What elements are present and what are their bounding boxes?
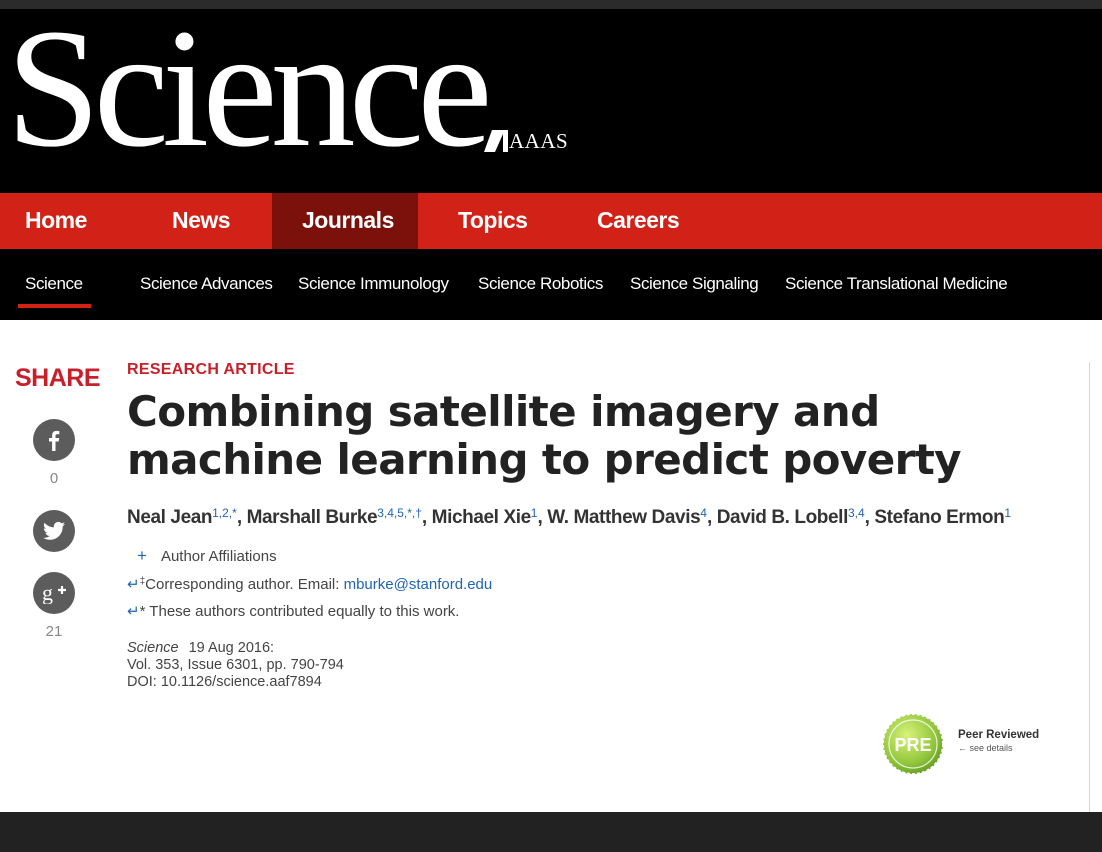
google-plus-count: 21 (45, 623, 63, 640)
return-arrow-icon[interactable]: ↵ (127, 603, 140, 620)
journals-subnav: Science Science Advances Science Immunol… (0, 249, 1102, 320)
author-name[interactable]: Marshall Burke (247, 507, 378, 528)
author-affiliation-marks[interactable]: 1 (531, 506, 538, 520)
peer-review-details: ← see details (958, 743, 1013, 753)
google-plus-icon: g (42, 582, 66, 604)
subnav-science-robotics[interactable]: Science Robotics (478, 249, 603, 320)
main-nav: Home News Journals Topics Careers (0, 193, 1102, 249)
subnav-science-signaling[interactable]: Science Signaling (630, 249, 759, 320)
author-name[interactable]: Michael Xie (432, 507, 531, 528)
citation-journal: Science (127, 640, 179, 656)
nav-news[interactable]: News (126, 193, 272, 249)
aaas-text: AAAS (509, 129, 569, 153)
author-affiliation-marks[interactable]: 1,2,* (212, 506, 237, 520)
science-logo[interactable]: Science (6, 3, 493, 173)
subnav-science-translational-medicine[interactable]: Science Translational Medicine (785, 249, 1008, 320)
facebook-count: 0 (49, 470, 59, 487)
peer-review-link[interactable]: Peer Reviewed ← see details (958, 729, 1039, 753)
masthead: Science AAAS (0, 3, 1102, 193)
corresponding-email-link[interactable]: mburke@stanford.edu (344, 576, 493, 593)
return-arrow-icon[interactable]: ↵ (127, 576, 140, 593)
nav-home[interactable]: Home (0, 193, 126, 249)
active-underline (18, 304, 91, 308)
article-title: Combining satellite imagery and machine … (127, 387, 962, 484)
peer-review-title: Peer Reviewed (958, 729, 1040, 741)
peer-review-badge-icon[interactable]: PRE (881, 712, 945, 776)
author-name[interactable]: W. Matthew Davis (547, 507, 700, 528)
aaas-logo[interactable]: AAAS (484, 128, 568, 152)
subnav-science[interactable]: Science (25, 249, 83, 320)
author-list: Neal Jean1,2,*, Marshall Burke3,4,5,*,†,… (127, 506, 1012, 528)
plus-icon: + (137, 546, 147, 565)
author-name[interactable]: Neal Jean (127, 507, 213, 528)
nav-journals[interactable]: Journals (272, 193, 418, 249)
google-plus-share-button[interactable]: g (33, 572, 75, 614)
author-name[interactable]: David B. Lobell (717, 507, 849, 528)
twitter-share-button[interactable] (33, 510, 75, 552)
svg-text:g: g (42, 582, 53, 604)
nav-careers[interactable]: Careers (564, 193, 710, 249)
divider (1089, 362, 1090, 812)
subnav-science-advances[interactable]: Science Advances (140, 249, 273, 320)
article-kicker: RESEARCH ARTICLE (127, 361, 295, 378)
corresponding-text: Corresponding author. Email: (145, 576, 344, 593)
aaas-mark-icon (484, 130, 508, 152)
author-affiliations-toggle[interactable]: + Author Affiliations (137, 546, 277, 566)
share-title: SHARE (15, 364, 101, 392)
citation-volume: Vol. 353, Issue 6301, pp. 790-794 (127, 657, 344, 673)
author-affiliation-marks[interactable]: 3,4,5,*,† (377, 506, 422, 520)
badge-logo-text: PRE (894, 735, 931, 755)
citation-doi: DOI: 10.1126/science.aaf7894 (127, 674, 322, 690)
author-affiliation-marks[interactable]: 4 (700, 506, 707, 520)
citation-date: 19 Aug 2016: (188, 640, 275, 656)
footer-bar (0, 812, 1102, 852)
facebook-icon (49, 430, 60, 451)
author-affiliation-marks[interactable]: 1 (1004, 506, 1011, 520)
author-name[interactable]: Stefano Ermon (874, 507, 1004, 528)
twitter-icon (43, 521, 65, 540)
nav-topics[interactable]: Topics (418, 193, 564, 249)
author-affiliation-marks[interactable]: 3,4 (848, 506, 865, 520)
citation-block: Science 19 Aug 2016: Vol. 353, Issue 6301… (127, 640, 344, 691)
author-affiliations-label: Author Affiliations (160, 548, 277, 565)
facebook-share-button[interactable] (33, 419, 75, 461)
corresponding-author-note: ↵‡Corresponding author. Email: mburke@st… (127, 575, 492, 593)
subnav-science-immunology[interactable]: Science Immunology (298, 249, 449, 320)
equal-contribution-note: ↵* These authors contributed equally to … (127, 602, 459, 620)
equal-contribution-text: * These authors contributed equally to t… (139, 603, 460, 620)
